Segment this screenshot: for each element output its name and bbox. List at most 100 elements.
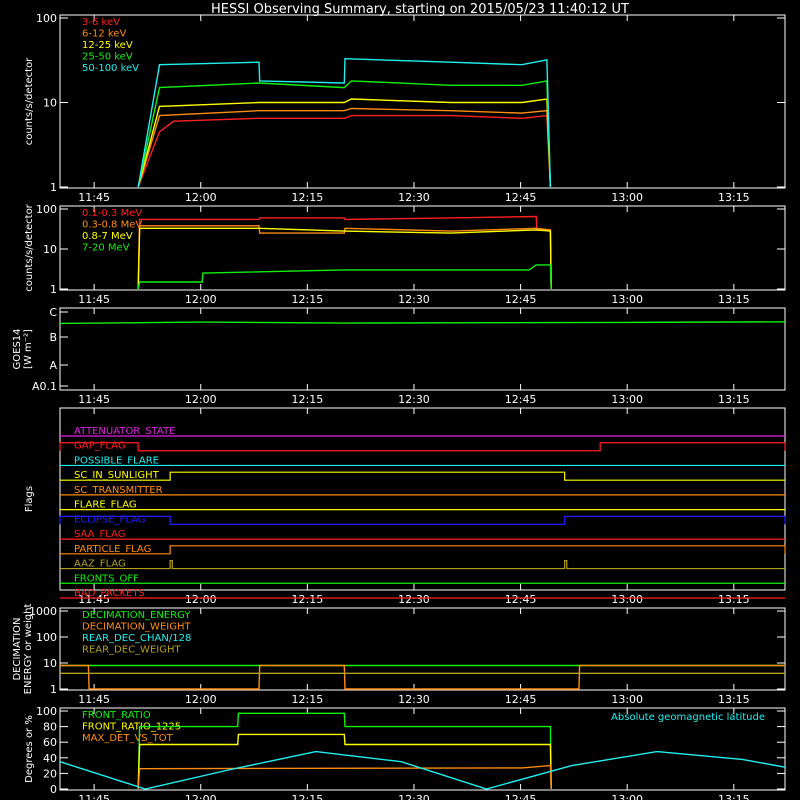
legend-entry: 50-100 keV xyxy=(82,63,139,74)
y-tick-label: B xyxy=(49,331,57,344)
flag-label: ATTENUATOR_STATE xyxy=(74,426,175,437)
x-tick-label: 13:00 xyxy=(611,293,643,306)
panel-decimation: 11:45 12:00 12:15 12:30 12:45 13:00 13:1510001… xyxy=(12,604,786,706)
flag-label: FLARE_FLAG xyxy=(74,500,137,511)
y-tick-label: 10 xyxy=(43,243,57,256)
x-tick-label: 13:00 xyxy=(611,693,643,706)
legend-entry: 0.3-0.8 MeV xyxy=(82,220,142,231)
y-tick-label: 1 xyxy=(50,283,57,296)
x-tick-label: 12:30 xyxy=(398,593,430,606)
x-tick-label: 12:00 xyxy=(185,393,217,406)
y-tick-label: 10 xyxy=(43,97,57,110)
legend-entry: MAX_DET_VS_TOT xyxy=(82,733,174,744)
flag-line xyxy=(60,545,786,555)
y-axis-label: [W m⁻²] xyxy=(23,329,34,369)
panel-goes: 11:45 12:00 12:15 12:30 12:45 13:00 13:15 CB A A0… xyxy=(12,306,786,406)
x-tick-label: 12:00 xyxy=(185,191,217,204)
y-axis-label: DECIMATION xyxy=(12,617,23,680)
x-tick-label: 12:15 xyxy=(292,293,324,306)
y-axis-label: counts/s/detector xyxy=(24,57,35,145)
y-axis-label: GOES14 xyxy=(12,328,23,369)
x-tick-label: 12:00 xyxy=(185,693,217,706)
x-tick-label: 12:15 xyxy=(292,793,324,800)
x-tick-label: 12:30 xyxy=(398,191,430,204)
hessi-summary-plot: HESSI Observing Summary, starting on 201… xyxy=(12,2,786,800)
x-tick-label: 11:45 xyxy=(78,693,110,706)
y-tick-label: 1 xyxy=(50,683,57,696)
panel-frame xyxy=(59,307,786,391)
legend-entry: 3-6 keV xyxy=(82,17,120,28)
x-tick-label: 12:45 xyxy=(505,191,537,204)
x-tick-label: 13:00 xyxy=(611,593,643,606)
x-tick-label: 11:45 xyxy=(78,793,110,800)
x-tick-label: 12:15 xyxy=(292,191,324,204)
y-tick-label: 100 xyxy=(36,12,57,25)
flag-label: BAD_PACKETS xyxy=(74,588,145,599)
x-tick-label: 12:45 xyxy=(505,793,537,800)
x-tick-label: 12:15 xyxy=(292,393,324,406)
series-line xyxy=(60,664,785,690)
flag-label: AAZ_FLAG xyxy=(74,559,126,570)
flag-label: SC_IN_SUNLIGHT xyxy=(74,470,160,481)
legend-entry: 12-25 keV xyxy=(82,40,133,51)
flag-line xyxy=(59,515,786,525)
x-tick-label: 12:45 xyxy=(505,693,537,706)
flag-label: FRONTS_OFF xyxy=(74,573,139,584)
legend-entry: FRONT_RATIO xyxy=(82,710,151,721)
y-axis-label: Degrees or % xyxy=(24,715,35,783)
y-tick-label: 100 xyxy=(36,203,57,216)
x-tick-label: 12:45 xyxy=(505,593,537,606)
y-tick-label: 20 xyxy=(43,767,57,780)
annotation-label: Absolute geomagnetic latitude xyxy=(611,712,765,723)
legend-entry: DECIMATION_ENERGY xyxy=(82,610,191,621)
x-tick-label: 11:45 xyxy=(78,191,110,204)
series-line xyxy=(137,264,552,290)
panel-count-rates-high-energy: 11:45 12:00 12:15 12:30 12:45 13:00 13:1510010… xyxy=(24,203,786,306)
flag-label: POSSIBLE_FLARE xyxy=(74,455,159,466)
x-tick-label: 12:00 xyxy=(185,593,217,606)
x-tick-label: 12:30 xyxy=(398,293,430,306)
legend-entry: 0.1-0.3 MeV xyxy=(82,208,142,219)
x-tick-label: 12:00 xyxy=(185,293,217,306)
panel-ratios: 11:45 12:00 12:15 12:30 12:45 13:00 13:15 100 80… xyxy=(24,705,786,800)
x-tick-label: 12:15 xyxy=(292,693,324,706)
x-tick-label: 13:15 xyxy=(718,191,750,204)
x-tick-label: 12:45 xyxy=(505,393,537,406)
legend-entry: 7-20 MeV xyxy=(82,243,130,254)
y-axis-label: Flags xyxy=(24,486,35,512)
x-tick-label: 12:00 xyxy=(185,793,217,800)
flag-label: SC_TRANSMITTER xyxy=(74,485,163,496)
flag-line xyxy=(59,442,786,452)
x-tick-label: 12:30 xyxy=(398,793,430,800)
y-axis-label: counts/s/detector xyxy=(24,203,35,291)
x-tick-label: 12:15 xyxy=(292,593,324,606)
x-tick-label: 13:00 xyxy=(611,393,643,406)
series-line xyxy=(137,215,552,290)
x-tick-label: 13:15 xyxy=(718,793,750,800)
y-tick-label: A xyxy=(49,359,57,372)
y-tick-label: A0.1 xyxy=(32,380,57,393)
series-line xyxy=(59,321,786,325)
panel-count-rates-low-energy: 11:45 12:00 12:15 12:30 12:45 13:00 13:15 100 10… xyxy=(24,12,786,204)
series-line xyxy=(137,225,552,290)
y-tick-label: 100 xyxy=(36,631,57,644)
x-tick-label: 12:45 xyxy=(505,293,537,306)
series-line xyxy=(137,227,552,290)
y-tick-label: 40 xyxy=(43,752,57,765)
flag-label: PARTICLE_FLAG xyxy=(74,544,151,555)
panel-flags: 11:45 12:00 12:15 12:30 12:45 13:00 13:15Flags… xyxy=(24,407,786,606)
flag-label: SAA_FLAG xyxy=(74,529,125,540)
legend-entry: REAR_DEC_CHAN/128 xyxy=(82,633,191,644)
y-tick-label: 1 xyxy=(50,181,57,194)
legend-entry: 25-50 keV xyxy=(82,52,133,63)
series-line xyxy=(137,57,552,188)
y-axis-label: ENERGY or weight xyxy=(23,604,34,695)
x-tick-label: 13:00 xyxy=(611,191,643,204)
y-tick-label: 0 xyxy=(50,783,57,796)
legend-entry: DECIMATION_WEIGHT xyxy=(82,622,191,633)
series-line xyxy=(59,750,786,790)
legend-entry: 6-12 keV xyxy=(82,29,126,40)
x-tick-label: 13:15 xyxy=(718,593,750,606)
y-tick-label: 100 xyxy=(36,705,57,718)
series-line xyxy=(137,733,552,790)
